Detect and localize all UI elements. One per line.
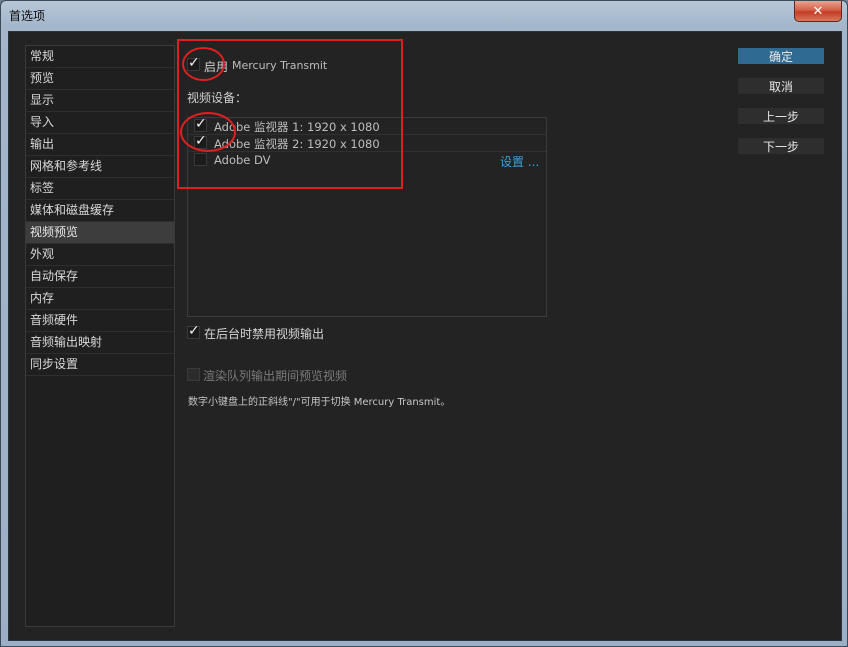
dialog-body: 常规 预览 显示 导入 输出 网格和参考线 标签 媒体和磁盘缓存 视频预览 外观…: [8, 31, 842, 641]
category-item-import[interactable]: 导入: [26, 112, 174, 134]
category-item-grid-guides[interactable]: 网格和参考线: [26, 156, 174, 178]
close-icon: ✕: [812, 3, 824, 19]
category-item-video-preview[interactable]: 视频预览: [26, 222, 174, 244]
mercury-transmit-label: Mercury Transmit: [232, 59, 328, 72]
category-item-appearance[interactable]: 外观: [26, 244, 174, 266]
device-row[interactable]: ✓ Adobe 监视器 1: 1920 x 1080: [188, 116, 546, 135]
category-item-autosave[interactable]: 自动保存: [26, 266, 174, 288]
render-queue-preview-label: 渲染队列输出期间预览视频: [203, 369, 348, 383]
checkmark-icon: ✓: [188, 55, 200, 71]
category-item-labels[interactable]: 标签: [26, 178, 174, 200]
category-item-preview[interactable]: 预览: [26, 68, 174, 90]
ok-button[interactable]: 确定: [737, 47, 825, 65]
device-name: Adobe 监视器 1: 1920 x 1080: [214, 120, 380, 134]
checkmark-icon: ✓: [195, 116, 207, 132]
device-row[interactable]: Adobe DV 设置 ...: [188, 152, 546, 170]
category-item-display[interactable]: 显示: [26, 90, 174, 112]
category-list: 常规 预览 显示 导入 输出 网格和参考线 标签 媒体和磁盘缓存 视频预览 外观…: [25, 45, 175, 627]
preferences-window: 首选项 ✕ 常规 预览 显示 导入 输出 网格和参考线 标签 媒体和磁盘缓存 视…: [0, 0, 848, 647]
category-item-general[interactable]: 常规: [26, 46, 174, 68]
category-item-media-cache[interactable]: 媒体和磁盘缓存: [26, 200, 174, 222]
category-item-sync-settings[interactable]: 同步设置: [26, 354, 174, 376]
next-button[interactable]: 下一步: [737, 137, 825, 155]
video-devices-label: 视频设备：: [187, 91, 248, 105]
category-item-output[interactable]: 输出: [26, 134, 174, 156]
category-item-audio-output-mapping[interactable]: 音频输出映射: [26, 332, 174, 354]
previous-button[interactable]: 上一步: [737, 107, 825, 125]
category-item-memory[interactable]: 内存: [26, 288, 174, 310]
category-item-audio-hardware[interactable]: 音频硬件: [26, 310, 174, 332]
close-button[interactable]: ✕: [794, 1, 842, 22]
cancel-button[interactable]: 取消: [737, 77, 825, 95]
video-device-list: ✓ Adobe 监视器 1: 1920 x 1080 ✓ Adobe 监视器 2…: [187, 117, 547, 317]
device-name: Adobe 监视器 2: 1920 x 1080: [214, 137, 380, 151]
enable-label: 启用: [204, 60, 229, 74]
title-bar[interactable]: 首选项 ✕: [1, 1, 847, 31]
device-checkbox[interactable]: [194, 153, 207, 166]
device-settings-link[interactable]: 设置 ...: [500, 153, 539, 170]
device-name: Adobe DV: [214, 153, 271, 167]
device-row[interactable]: ✓ Adobe 监视器 2: 1920 x 1080: [188, 133, 546, 152]
checkmark-icon: ✓: [188, 323, 200, 339]
checkmark-icon: ✓: [195, 133, 207, 149]
disable-background-label: 在后台时禁用视频输出: [204, 327, 325, 341]
render-queue-preview-checkbox[interactable]: [187, 368, 200, 381]
hint-text: 数字小键盘上的正斜线"/"可用于切换 Mercury Transmit。: [188, 397, 451, 408]
window-title: 首选项: [9, 9, 46, 23]
